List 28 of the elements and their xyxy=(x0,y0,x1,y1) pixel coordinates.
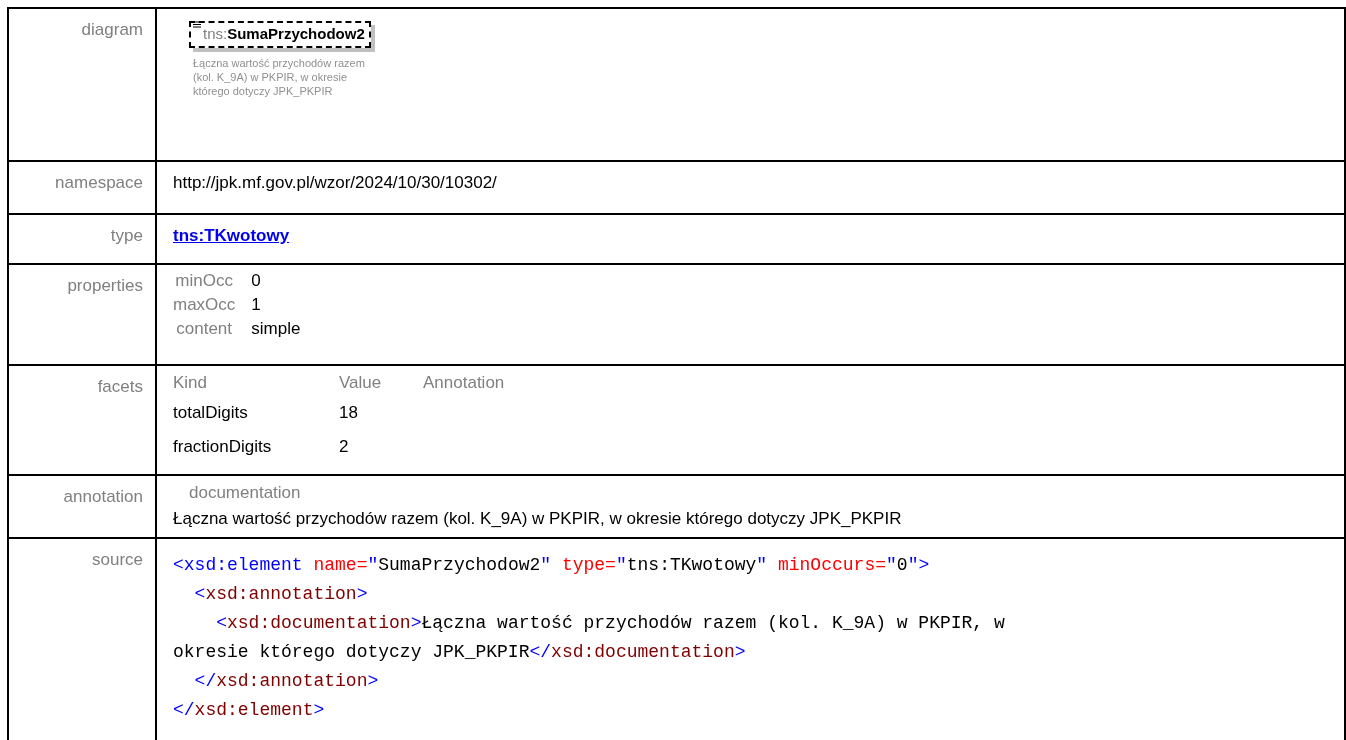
annotation-text: Łączna wartość przychodów razem (kol. K_9A) w PKPIR, w okresie którego dotyczy JPK_PKPIR xyxy=(173,508,902,528)
row-label: type xyxy=(110,226,143,245)
row-label: properties xyxy=(67,276,143,295)
annotation-heading: documentation xyxy=(189,483,301,502)
facet-value: 18 xyxy=(339,403,358,422)
node-description: Łączna wartość przychodów razem (kol. K_9A) w PKPIR, w okresie którego dotyczy JPK_PKPIR xyxy=(193,55,365,98)
type-link[interactable]: tns:TKwotowy xyxy=(173,226,290,245)
row-label: annotation xyxy=(63,487,143,506)
property-name: maxOcc xyxy=(173,295,236,314)
row-label: source xyxy=(91,550,143,569)
property-value: 0 xyxy=(251,271,261,290)
column-header: Value xyxy=(339,373,382,392)
source-code: <xsd:element name="SumaPrzychodow2" type="tns:TKwotowy" minOccurs="0"> <xsd:annotation> <xsd:documentation>Łączna wartość przychodów razem (kol. K_9A) w PKPIR, w okresie którego dotyczy JPK_PKPIR</xsd:documentation> </xsd:annotation> </xsd:element> xyxy=(173,554,1006,722)
property-value: 1 xyxy=(251,295,261,314)
property-name: content xyxy=(176,319,233,338)
row-label: namespace xyxy=(55,173,143,192)
facet-kind: fractionDigits xyxy=(173,437,272,456)
property-name: minOcc xyxy=(175,271,233,290)
row-label: facets xyxy=(97,377,143,396)
facet-value: 2 xyxy=(339,437,349,456)
node-prefix: tns: xyxy=(203,24,228,44)
node-name: SumaPrzychodow2 xyxy=(227,24,365,44)
column-header: Annotation xyxy=(423,373,505,392)
property-value: simple xyxy=(251,319,301,338)
row-label: diagram xyxy=(81,20,143,39)
namespace-value: http://jpk.mf.gov.pl/wzor/2024/10/30/10302/ xyxy=(173,173,497,192)
facet-kind: totalDigits xyxy=(173,403,248,422)
column-header: Kind xyxy=(173,373,208,392)
